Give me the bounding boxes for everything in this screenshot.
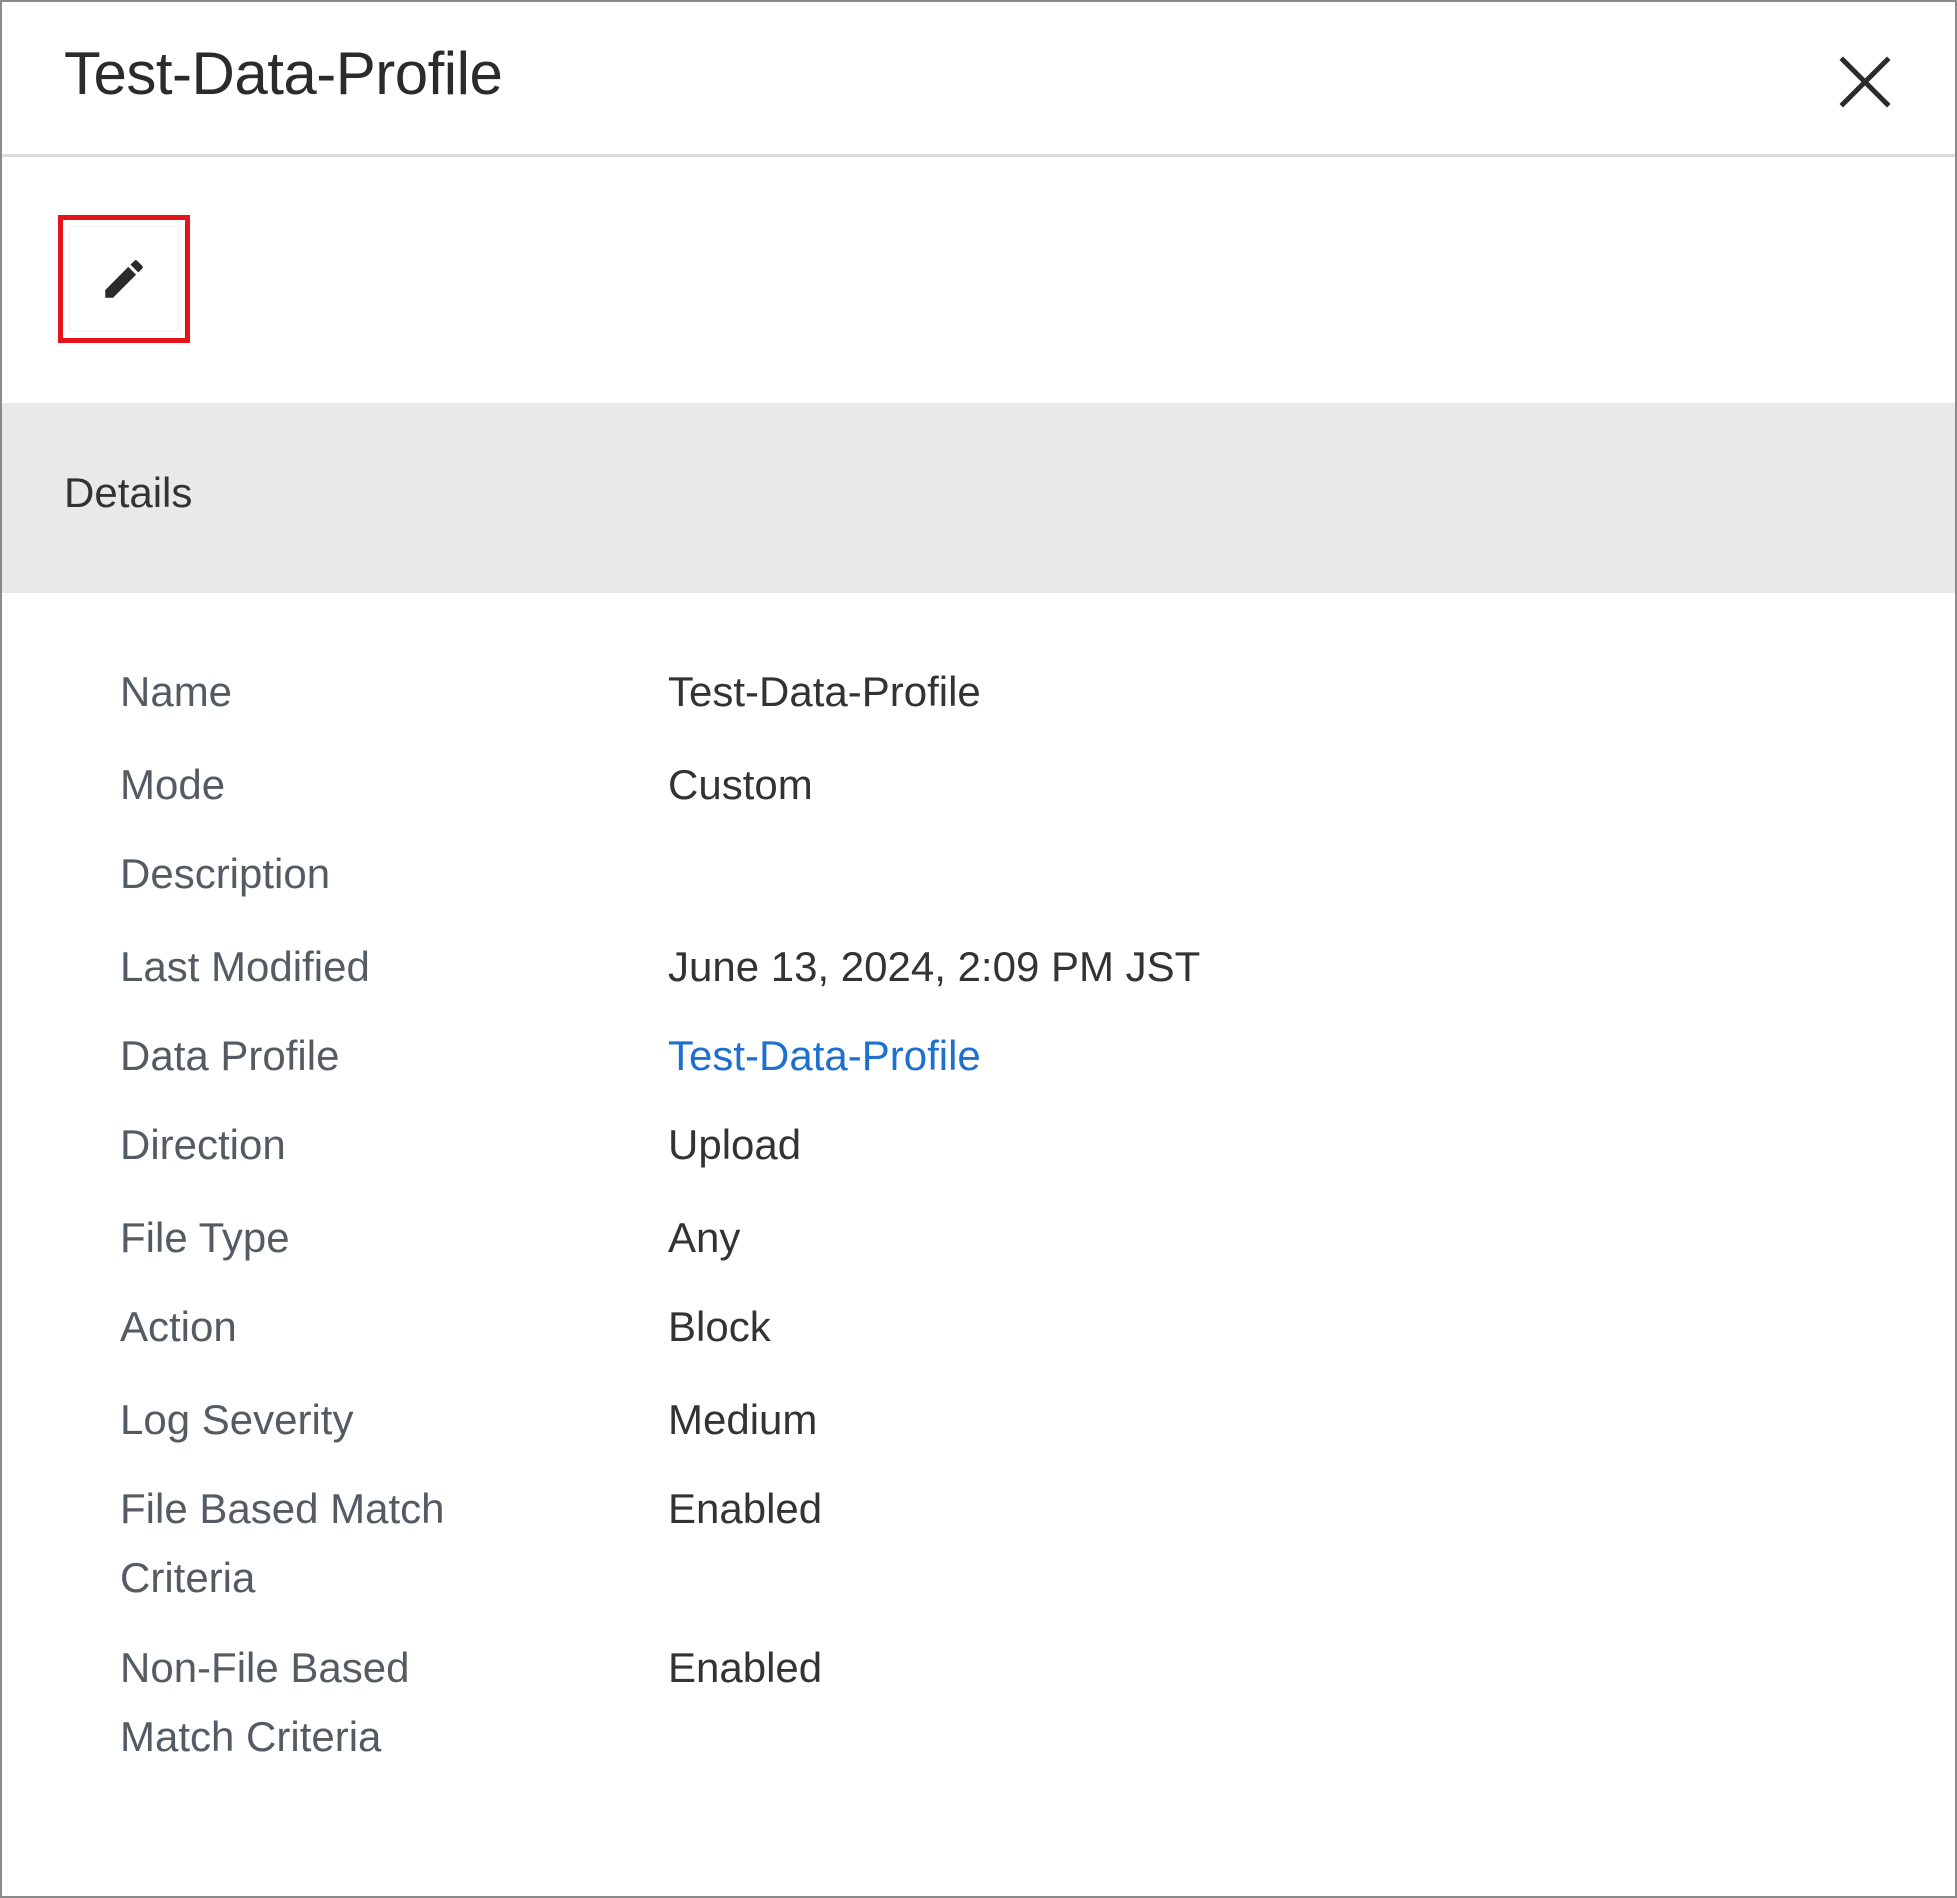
detail-label: Non-File Based Match Criteria [120,1633,668,1771]
detail-value: Medium [668,1396,818,1443]
detail-row-data-profile: Data Profile Test-Data-Profile [120,1021,1820,1110]
detail-label-line: Match Criteria [120,1713,382,1760]
detail-value: Block [668,1303,771,1350]
detail-label: Data Profile [120,1032,340,1079]
detail-panel: Test-Data-Profile Details Name Test-Data… [0,0,1957,1898]
detail-label-line: Non-File Based [120,1644,410,1691]
detail-value: Upload [668,1121,802,1168]
detail-label: File Type [120,1214,290,1261]
detail-row-name: Name Test-Data-Profile [120,657,1820,750]
close-button[interactable] [1835,52,1895,112]
detail-row-file-type: File Type Any [120,1203,1820,1292]
data-profile-link[interactable]: Test-Data-Profile [668,1021,981,1090]
edit-button[interactable] [69,226,179,332]
section-title: Details [64,469,193,516]
detail-value: Test-Data-Profile [668,668,981,715]
detail-row-action: Action Block [120,1292,1820,1385]
detail-row-file-based-match-criteria: File Based Match Criteria Enabled [120,1474,1820,1633]
detail-label: File Based Match Criteria [120,1474,668,1612]
edit-button-highlight [58,215,190,343]
detail-row-mode: Mode Custom [120,750,1820,839]
panel-toolbar [2,157,1955,403]
detail-value: Enabled [668,1485,823,1532]
detail-row-last-modified: Last Modified June 13, 2024, 2:09 PM JST [120,932,1820,1021]
detail-label: Name [120,668,233,715]
detail-row-direction: Direction Upload [120,1110,1820,1203]
detail-label: Description [120,850,331,897]
detail-label-line: Criteria [120,1554,256,1601]
panel-title: Test-Data-Profile [64,40,503,107]
close-icon [1839,56,1891,108]
detail-row-log-severity: Log Severity Medium [120,1385,1820,1474]
detail-row-non-file-based-match-criteria: Non-File Based Match Criteria Enabled [120,1633,1820,1792]
detail-label: Mode [120,761,226,808]
detail-label: Last Modified [120,943,370,990]
detail-label-line: File Based Match [120,1485,445,1532]
panel-header: Test-Data-Profile [2,2,1955,157]
pencil-icon [105,260,143,298]
detail-label: Direction [120,1121,286,1168]
detail-value: Custom [668,761,813,808]
detail-value: June 13, 2024, 2:09 PM JST [668,943,1201,990]
detail-value: Enabled [668,1644,823,1691]
details-list: Name Test-Data-Profile Mode Custom Descr… [120,657,1820,1792]
detail-label: Action [120,1303,237,1350]
detail-row-description: Description [120,839,1820,932]
detail-value: Any [668,1214,741,1261]
detail-label: Log Severity [120,1396,354,1443]
details-section-header: Details [2,403,1955,593]
